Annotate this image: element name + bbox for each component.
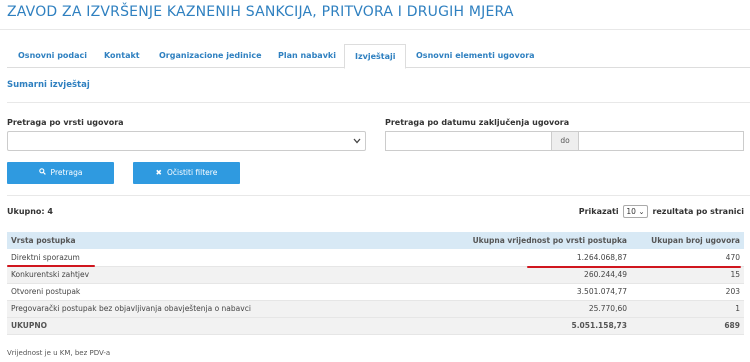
chevron-down-icon: ⌄	[638, 207, 645, 216]
currency-footnote: Vrijednost je u KM, bez PDV-a	[7, 349, 111, 357]
close-icon: ✖	[155, 168, 162, 177]
section-divider	[7, 102, 750, 103]
total-value-cell: 25.770,60	[379, 300, 631, 318]
total-count-sum-cell: 689	[631, 317, 744, 335]
column-header[interactable]: Ukupna vrijednost po vrsti postupka	[379, 232, 631, 249]
procedure-type-cell: Pregovarački postupak bez objavljivanja …	[7, 300, 379, 318]
total-value-sum-cell: 5.051.158,73	[379, 317, 631, 335]
total-value-cell: 260.244,49	[379, 266, 631, 284]
table-total-row: UKUPNO 5.051.158,73 689	[7, 317, 744, 335]
page-title: ZAVOD ZA IZVRŠENJE KAZNENIH SANKCIJA, PR…	[7, 4, 514, 20]
column-header[interactable]: Ukupan broj ugovora	[631, 232, 744, 249]
table-row: Pregovarački postupak bez objavljivanja …	[7, 300, 744, 318]
total-value-cell: 1.264.068,87	[379, 249, 631, 267]
contract-type-select[interactable]	[7, 131, 366, 151]
contract-count-cell: 203	[631, 283, 744, 301]
per-page-suffix: rezultata po stranici	[652, 207, 744, 216]
filters-divider	[7, 195, 750, 196]
clear-filters-label: Očistiti filtere	[166, 168, 218, 177]
highlight-underline	[7, 265, 95, 267]
per-page-select[interactable]: 10 ⌄	[623, 205, 648, 218]
search-button-label: Pretraga	[50, 168, 83, 177]
date-range-label: Pretraga po datumu zaključenja ugovora	[385, 118, 570, 127]
contract-type-label: Pretraga po vrsti ugovora	[7, 118, 124, 127]
section-title: Sumarni izvještaj	[7, 80, 90, 90]
per-page-control: Prikazati 10 ⌄ rezultata po stranici	[579, 205, 744, 218]
contract-count-cell: 470	[631, 249, 744, 267]
table-row: Otvoreni postupak 3.501.074,77 203	[7, 283, 744, 301]
date-to-input[interactable]	[578, 131, 744, 151]
total-label-cell: UKUPNO	[7, 317, 379, 335]
total-value-cell: 3.501.074,77	[379, 283, 631, 301]
procedure-type-cell: Konkurentski zahtjev	[7, 266, 379, 284]
date-separator: do	[552, 131, 578, 151]
per-page-label: Prikazati	[578, 207, 619, 216]
tab-bar: Osnovni podaci Kontakt Organizacione jed…	[7, 44, 750, 69]
table-header-row: Vrsta postupka Ukupna vrijednost po vrst…	[7, 232, 744, 249]
results-count: Ukupno: 4	[7, 207, 53, 216]
contract-count-cell: 1	[631, 300, 744, 318]
procedure-type-cell: Direktni sporazum	[7, 249, 379, 267]
highlight-underline	[527, 266, 741, 268]
table-row: Konkurentski zahtjev 260.244,49 15	[7, 266, 744, 284]
tab-kontakt[interactable]: Kontakt	[96, 44, 148, 68]
procedure-type-cell: Otvoreni postupak	[7, 283, 379, 301]
tab-izvjestaji[interactable]: Izvještaji	[344, 44, 407, 69]
search-button[interactable]: Pretraga	[7, 162, 114, 184]
clear-filters-button[interactable]: ✖ Očistiti filtere	[133, 162, 240, 184]
tab-organizacione-jedinice[interactable]: Organizacione jedinice	[151, 44, 270, 68]
tab-plan-nabavki[interactable]: Plan nabavki	[270, 44, 344, 68]
tab-osnovni-podaci[interactable]: Osnovni podaci	[10, 44, 95, 68]
summary-table: Vrsta postupka Ukupna vrijednost po vrst…	[7, 232, 744, 335]
title-divider	[0, 29, 750, 30]
contract-count-cell: 15	[631, 266, 744, 284]
tab-osnovni-elementi-ugovora[interactable]: Osnovni elementi ugovora	[408, 44, 543, 68]
date-from-input[interactable]	[385, 131, 552, 151]
search-icon	[38, 162, 46, 184]
chevron-down-icon	[353, 138, 361, 144]
column-header[interactable]: Vrsta postupka	[7, 232, 379, 249]
table-row: Direktni sporazum 1.264.068,87 470	[7, 249, 744, 267]
